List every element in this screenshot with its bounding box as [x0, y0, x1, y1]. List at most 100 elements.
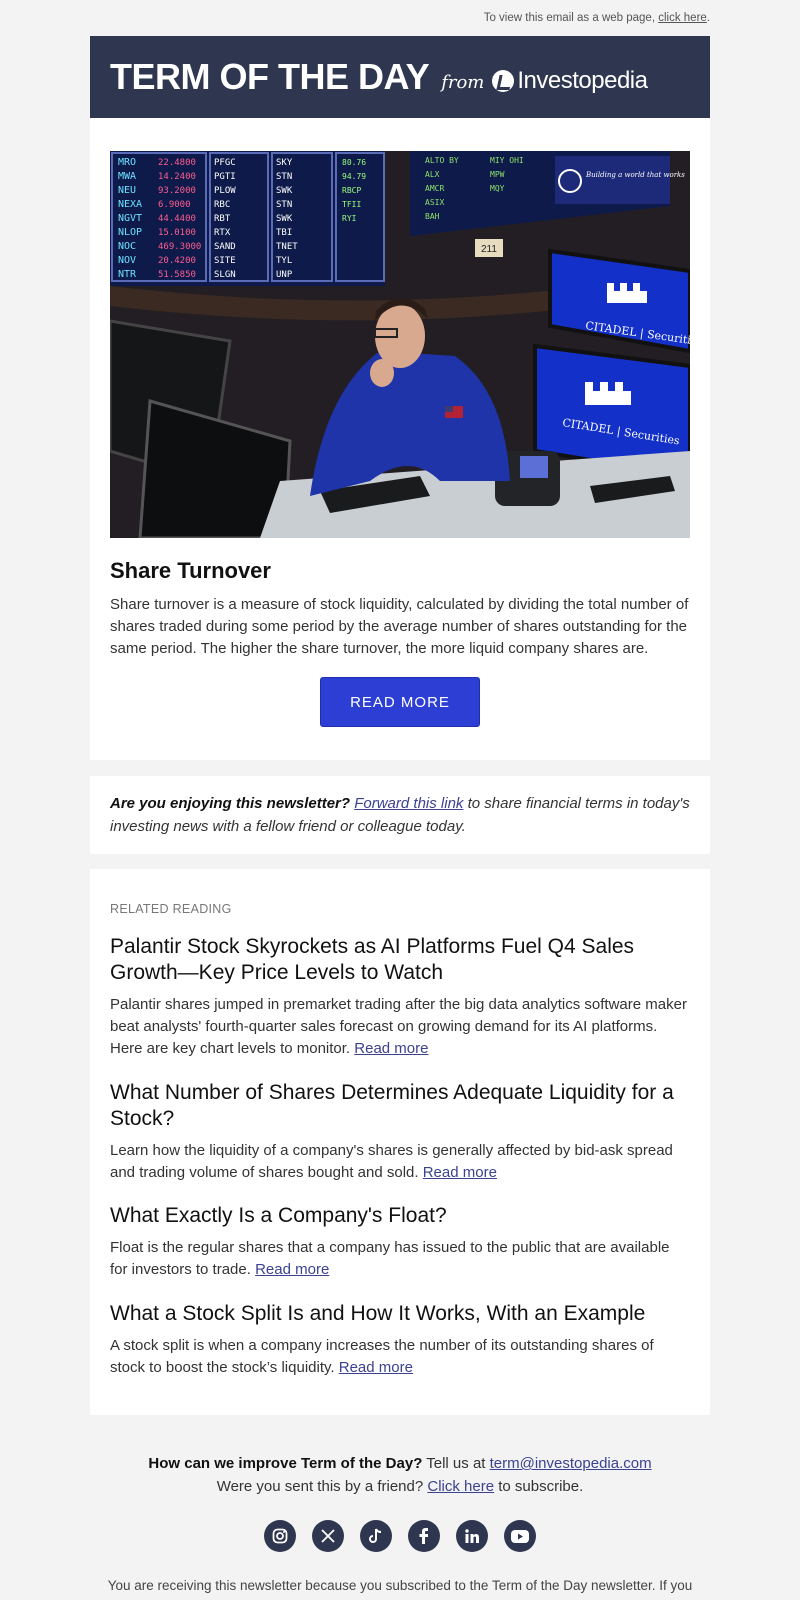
article-title[interactable]: What Exactly Is a Company's Float?: [110, 1203, 690, 1229]
related-article: What a Stock Split Is and How It Works, …: [110, 1301, 690, 1379]
svg-text:TFII: TFII: [342, 200, 361, 209]
svg-text:UNP: UNP: [276, 270, 293, 280]
svg-text:51.5850: 51.5850: [158, 270, 196, 280]
subscribe-link[interactable]: Click here: [427, 1478, 494, 1495]
svg-text:SLGN: SLGN: [214, 270, 236, 280]
svg-text:MWA: MWA: [118, 171, 136, 182]
svg-text:NGVT: NGVT: [118, 213, 142, 224]
post-number: 211: [481, 244, 497, 255]
svg-text:SAND: SAND: [214, 242, 236, 252]
svg-text:NOV: NOV: [118, 255, 136, 266]
from-label: from: [441, 71, 485, 93]
read-more-link[interactable]: Read more: [354, 1040, 428, 1057]
svg-text:SITE: SITE: [214, 256, 236, 266]
web-view-line: To view this email as a web page, click …: [483, 12, 710, 24]
svg-text:PLOW: PLOW: [214, 186, 236, 196]
related-label: RELATED READING: [110, 902, 232, 916]
term-description: Share turnover is a measure of stock liq…: [110, 596, 689, 657]
related-article: What Number of Shares Determines Adequat…: [110, 1080, 690, 1184]
svg-text:20.4200: 20.4200: [158, 256, 196, 266]
article-summary: Learn how the liquidity of a company's s…: [110, 1142, 673, 1181]
subscription-note: You are receiving this newsletter becaus…: [107, 1578, 693, 1593]
read-more-link[interactable]: Read more: [423, 1164, 497, 1181]
svg-text:NOC: NOC: [118, 241, 136, 252]
svg-text:94.79: 94.79: [342, 172, 366, 181]
svg-text:ASIX: ASIX: [425, 198, 444, 207]
svg-text:MPW: MPW: [490, 170, 505, 179]
svg-text:93.2000: 93.2000: [158, 186, 196, 196]
svg-text:STN: STN: [276, 172, 292, 182]
linkedin-icon[interactable]: [456, 1520, 488, 1552]
svg-text:SWK: SWK: [276, 214, 293, 224]
investopedia-mark-icon: [492, 70, 515, 92]
related-reading: RELATED READING Palantir Stock Skyrocket…: [90, 869, 710, 1415]
related-article: What Exactly Is a Company's Float? Float…: [110, 1203, 690, 1281]
svg-text:PGTI: PGTI: [214, 172, 236, 182]
svg-text:80.76: 80.76: [342, 158, 366, 167]
svg-text:469.3000: 469.3000: [158, 242, 201, 252]
promo-lead: Are you enjoying this newsletter?: [110, 795, 351, 812]
svg-text:AMCR: AMCR: [425, 184, 444, 193]
svg-text:RYI: RYI: [342, 214, 357, 223]
svg-text:RBT: RBT: [214, 214, 231, 224]
related-article: Palantir Stock Skyrockets as AI Platform…: [110, 934, 690, 1060]
subscribe-line: Were you sent this by a friend? Click he…: [216, 1478, 584, 1495]
term-card: MRO MWA NEU NEXA NGVT NLOP NOC NOV NTR 22.4800 14…: [90, 118, 710, 760]
svg-text:Building a world that works: Building a world that works: [585, 171, 685, 179]
svg-text:14.2400: 14.2400: [158, 172, 196, 182]
article-title[interactable]: What a Stock Split Is and How It Works, …: [110, 1301, 690, 1327]
svg-text:TNET: TNET: [276, 242, 298, 252]
feedback-email-link[interactable]: term@investopedia.com: [490, 1455, 652, 1472]
read-more-link[interactable]: Read more: [339, 1359, 413, 1376]
forward-promo: Are you enjoying this newsletter? Forwar…: [90, 776, 710, 854]
svg-text:TBI: TBI: [276, 228, 292, 238]
svg-text:44.4400: 44.4400: [158, 214, 196, 224]
article-summary: A stock split is when a company increase…: [110, 1337, 654, 1376]
svg-text:NEU: NEU: [118, 185, 136, 196]
web-view-text: To view this email as a web page,: [483, 12, 656, 24]
svg-text:TYL: TYL: [276, 256, 292, 266]
x-icon[interactable]: [312, 1520, 344, 1552]
tiktok-icon[interactable]: [360, 1520, 392, 1552]
svg-text:SKY: SKY: [276, 158, 293, 168]
article-summary: Palantir shares jumped in premarket trad…: [110, 996, 687, 1057]
svg-text:6.9000: 6.9000: [158, 200, 191, 210]
brand-name: Investopedia: [517, 67, 648, 94]
newsletter-title: TERM OF THE DAY: [110, 56, 430, 97]
feedback-line: How can we improve Term of the Day? Tell…: [148, 1455, 652, 1472]
svg-text:BAH: BAH: [425, 212, 440, 221]
article-title[interactable]: What Number of Shares Determines Adequat…: [110, 1080, 690, 1132]
svg-text:NLOP: NLOP: [118, 227, 142, 238]
feedback-question: How can we improve Term of the Day?: [148, 1455, 423, 1472]
instagram-icon[interactable]: [264, 1520, 296, 1552]
investopedia-logo[interactable]: Investopedia: [492, 67, 648, 95]
youtube-icon[interactable]: [504, 1520, 536, 1552]
svg-text:NTR: NTR: [118, 269, 137, 280]
svg-text:MIY OHI: MIY OHI: [490, 156, 524, 165]
svg-text:SWK: SWK: [276, 186, 293, 196]
hero-image: MRO MWA NEU NEXA NGVT NLOP NOC NOV NTR 22.4800 14…: [110, 151, 690, 538]
svg-text:NEXA: NEXA: [118, 199, 142, 210]
svg-text:ALTO BY: ALTO BY: [425, 156, 459, 165]
article-title[interactable]: Palantir Stock Skyrockets as AI Platform…: [110, 934, 690, 986]
read-more-link[interactable]: Read more: [255, 1261, 329, 1278]
svg-text:ALX: ALX: [425, 170, 440, 179]
svg-text:22.4800: 22.4800: [158, 158, 196, 168]
svg-text:MRO: MRO: [118, 157, 136, 168]
social-links: [0, 1520, 800, 1552]
svg-text:PFGC: PFGC: [214, 158, 236, 168]
svg-text:15.0100: 15.0100: [158, 228, 196, 238]
svg-text:STN: STN: [276, 200, 292, 210]
web-view-link[interactable]: click here: [658, 12, 707, 24]
facebook-icon[interactable]: [408, 1520, 440, 1552]
svg-text:RBC: RBC: [214, 200, 230, 210]
svg-text:RBCP: RBCP: [342, 186, 361, 195]
svg-text:RTX: RTX: [214, 228, 231, 238]
svg-text:MQY: MQY: [490, 184, 505, 193]
forward-link[interactable]: Forward this link: [354, 795, 463, 812]
newsletter-header: TERM OF THE DAY from Investopedia: [90, 36, 710, 118]
term-title: Share Turnover: [110, 558, 271, 583]
article-summary: Float is the regular shares that a compa…: [110, 1239, 670, 1278]
footer: How can we improve Term of the Day? Tell…: [90, 1452, 710, 1498]
read-more-button[interactable]: READ MORE: [320, 677, 480, 727]
